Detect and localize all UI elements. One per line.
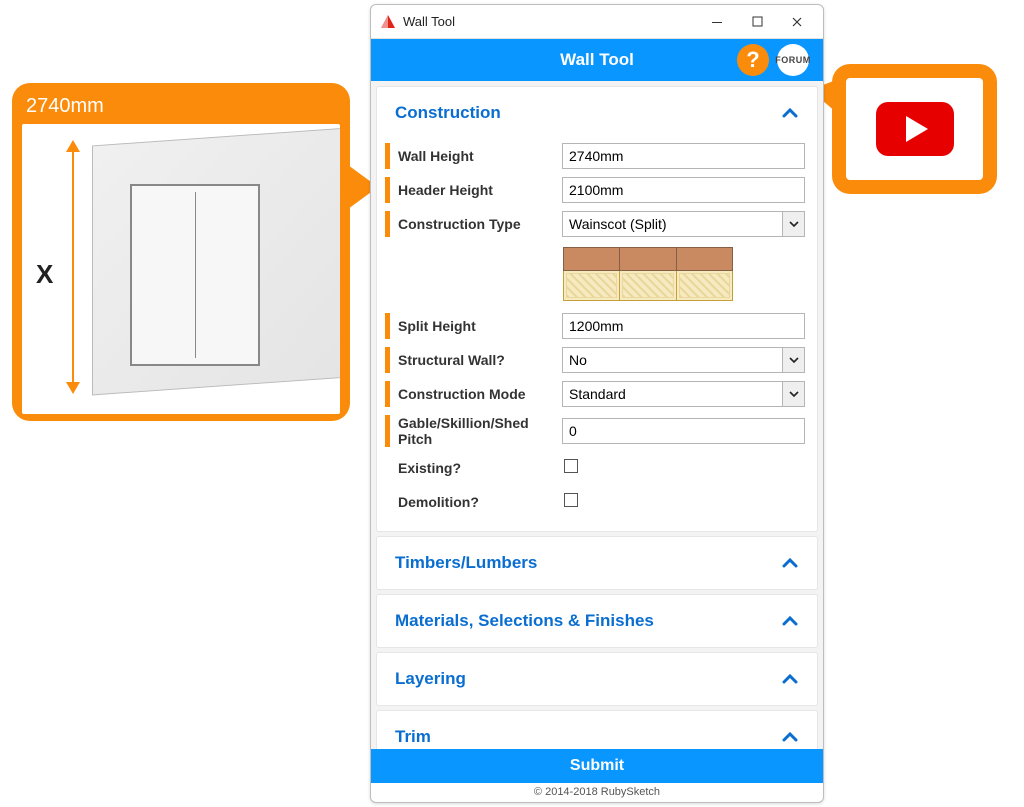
row-header-height: Header Height <box>377 173 817 207</box>
input-wall-height[interactable] <box>562 143 805 169</box>
panel-header-timbers[interactable]: Timbers/Lumbers <box>377 537 817 589</box>
wall-tool-window: Wall Tool Wall Tool ? FORUM Construction <box>370 4 824 803</box>
select-structural[interactable]: No <box>562 347 805 373</box>
label-structural: Structural Wall? <box>398 352 562 368</box>
wall-illustration: X <box>22 124 340 414</box>
input-split-height[interactable] <box>562 313 805 339</box>
panel-construction: Construction Wall Height Header Height C… <box>377 87 817 531</box>
window-maximize-button[interactable] <box>737 8 777 36</box>
youtube-icon[interactable] <box>876 102 954 156</box>
panel-header-layering[interactable]: Layering <box>377 653 817 705</box>
chevron-down-icon <box>782 212 804 236</box>
input-header-height[interactable] <box>562 177 805 203</box>
chevron-down-icon <box>782 382 804 406</box>
label-construction-type: Construction Type <box>398 216 562 232</box>
window-titlebar: Wall Tool <box>371 5 823 39</box>
select-mode[interactable]: Standard <box>562 381 805 407</box>
footer-copyright: © 2014-2018 RubySketch <box>371 783 823 802</box>
row-pitch: Gable/Skillion/Shed Pitch <box>377 411 817 451</box>
panel-timbers: Timbers/Lumbers <box>377 537 817 589</box>
label-demolition: Demolition? <box>398 494 562 510</box>
callout-video <box>832 64 997 194</box>
window-minimize-button[interactable] <box>697 8 737 36</box>
chevron-up-icon <box>781 670 799 688</box>
chevron-up-icon <box>781 612 799 630</box>
callout-wall-illustration: 2740mm X <box>12 83 350 421</box>
content-scroll[interactable]: Construction Wall Height Header Height C… <box>371 81 823 749</box>
row-wall-height: Wall Height <box>377 139 817 173</box>
panel-header-trim[interactable]: Trim <box>377 711 817 749</box>
app-header-title: Wall Tool <box>560 50 634 70</box>
row-mode: Construction Mode Standard <box>377 377 817 411</box>
chevron-up-icon <box>781 104 799 122</box>
row-existing: Existing? <box>377 451 817 485</box>
select-construction-type[interactable]: Wainscot (Split) <box>562 211 805 237</box>
chevron-down-icon <box>782 348 804 372</box>
dimension-symbol: X <box>36 259 53 290</box>
panel-trim: Trim <box>377 711 817 749</box>
chevron-up-icon <box>781 728 799 746</box>
row-structural: Structural Wall? No <box>377 343 817 377</box>
row-split-height: Split Height <box>377 309 817 343</box>
panel-layering: Layering <box>377 653 817 705</box>
panel-header-construction[interactable]: Construction <box>377 87 817 139</box>
app-header: Wall Tool ? FORUM <box>371 39 823 81</box>
forum-button[interactable]: FORUM <box>777 44 809 76</box>
row-construction-type: Construction Type Wainscot (Split) <box>377 207 817 241</box>
checkbox-existing[interactable] <box>564 459 578 473</box>
checkbox-demolition[interactable] <box>564 493 578 507</box>
label-wall-height: Wall Height <box>398 148 562 164</box>
label-header-height: Header Height <box>398 182 562 198</box>
submit-button[interactable]: Submit <box>371 749 823 783</box>
chevron-up-icon <box>781 554 799 572</box>
sketchup-app-icon <box>379 13 397 31</box>
label-mode: Construction Mode <box>398 386 562 402</box>
label-split-height: Split Height <box>398 318 562 334</box>
panel-title-construction: Construction <box>395 103 501 123</box>
row-demolition: Demolition? <box>377 485 817 519</box>
label-existing: Existing? <box>398 460 562 476</box>
input-pitch[interactable] <box>562 418 805 444</box>
callout-wall-height-value: 2740mm <box>22 93 340 124</box>
window-title: Wall Tool <box>403 14 697 29</box>
panel-materials: Materials, Selections & Finishes <box>377 595 817 647</box>
help-button[interactable]: ? <box>737 44 769 76</box>
window-close-button[interactable] <box>777 8 817 36</box>
label-pitch: Gable/Skillion/Shed Pitch <box>398 415 562 447</box>
panel-header-materials[interactable]: Materials, Selections & Finishes <box>377 595 817 647</box>
construction-type-preview <box>563 247 733 301</box>
